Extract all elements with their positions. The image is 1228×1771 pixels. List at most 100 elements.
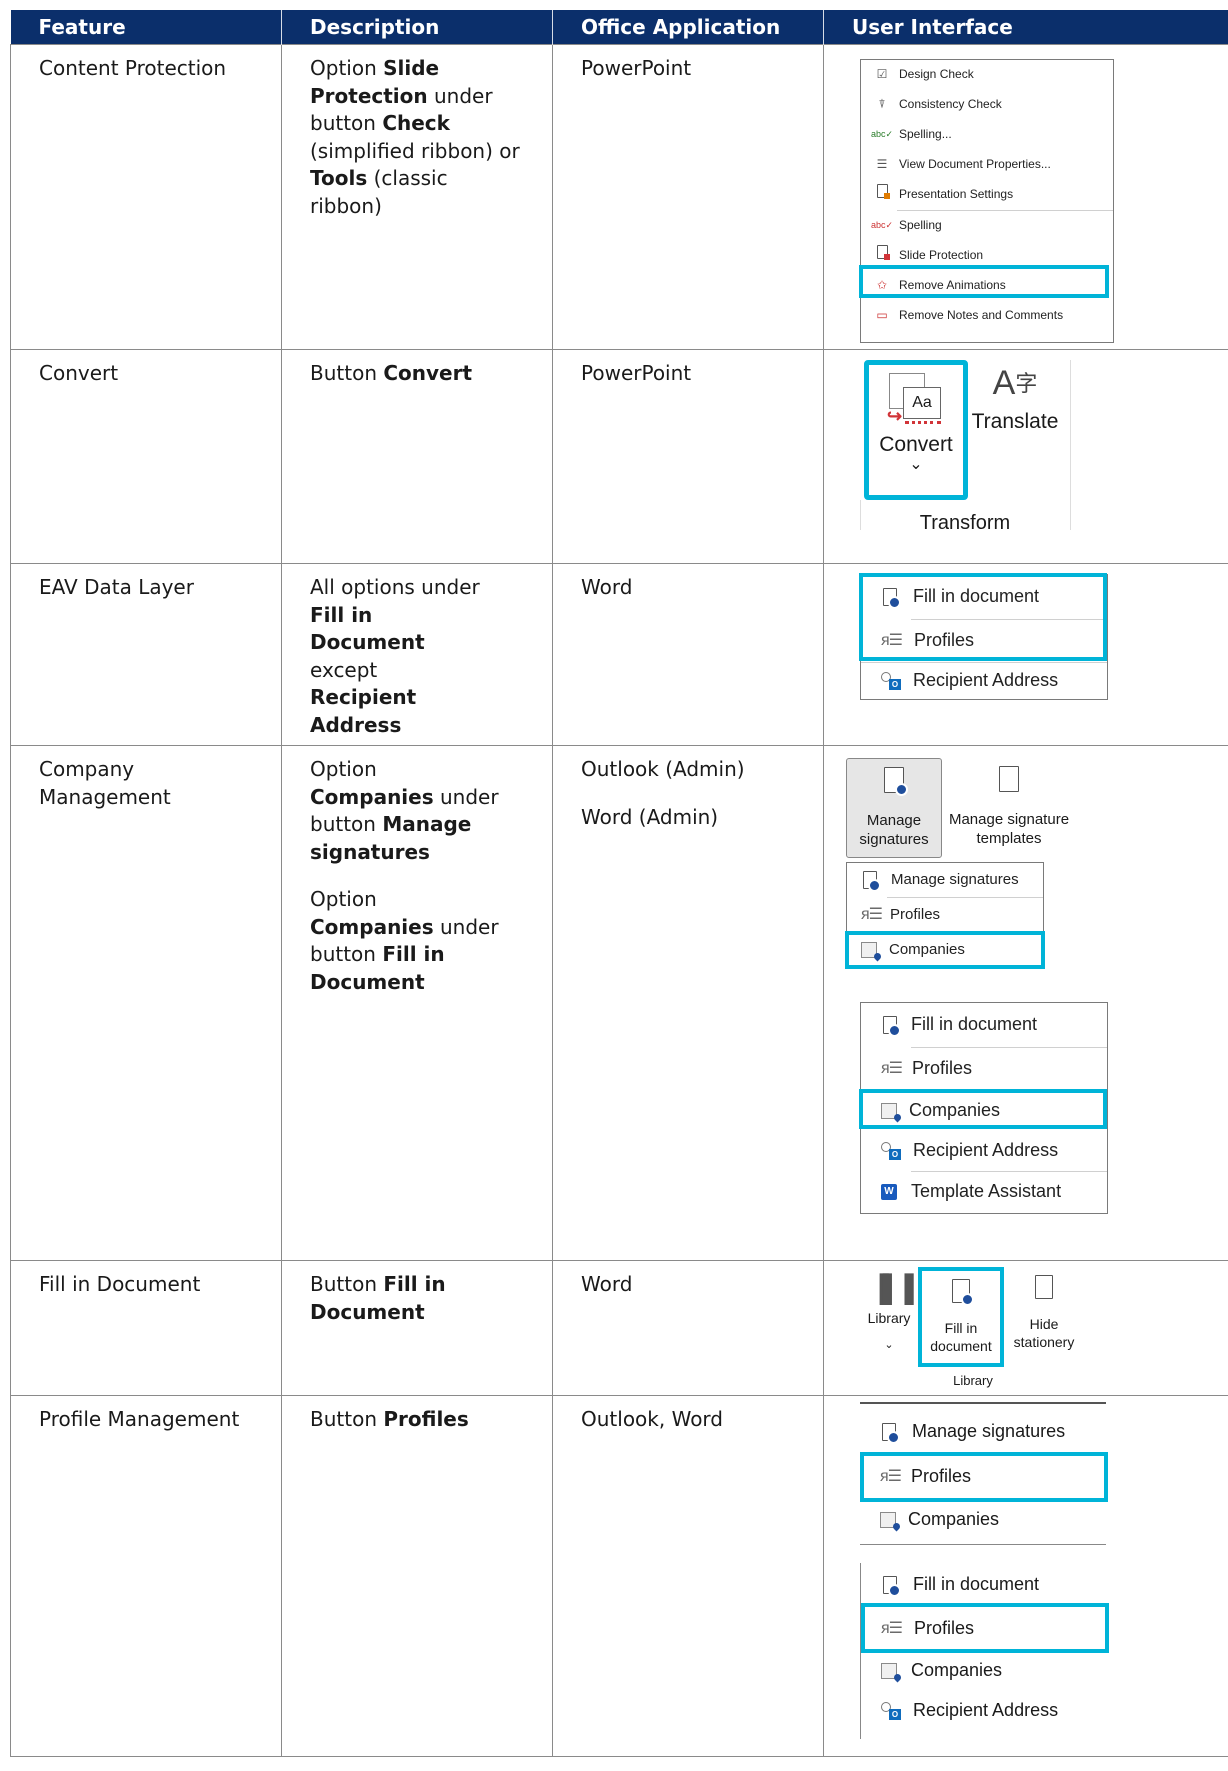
menu-item[interactable]: O Recipient Address xyxy=(861,1691,1107,1731)
recipient-address-icon: O xyxy=(881,1142,901,1160)
text: Option xyxy=(310,887,377,911)
recipient-address-icon: O xyxy=(881,672,901,690)
manage-signature-templates-label: Manage signature templates xyxy=(948,810,1070,847)
text: Button xyxy=(310,1272,384,1296)
menu-item[interactable]: ᴙ☰ Profiles xyxy=(847,898,1043,932)
menu-item[interactable]: ⍒ Consistency Check xyxy=(861,90,1113,120)
description-cell: Option Slide Protection under button Che… xyxy=(281,44,553,350)
bold-text: Fill in Document xyxy=(310,602,425,655)
manage-signatures-icon xyxy=(882,1423,900,1444)
menu-item-label: Profiles xyxy=(914,1618,975,1639)
text: Option xyxy=(310,757,377,781)
menu-item[interactable]: abc✓ Spelling... xyxy=(861,120,1113,150)
manage-signatures-label: Manage signatures xyxy=(859,811,929,848)
menu-item-label: Recipient Address xyxy=(913,1140,1059,1161)
menu-item[interactable]: ✩ Remove Animations xyxy=(861,271,1113,301)
library-ribbon-snapshot: ▐▌▐ Library ⌄ Fill in document Hide stat… xyxy=(864,1267,1094,1388)
translate-button[interactable]: A字 Translate xyxy=(970,360,1060,500)
text: (simplified ribbon) or xyxy=(310,138,520,163)
description-paragraph: Option Companies under button Manage sig… xyxy=(310,756,502,866)
table-row: Company Management Option Companies unde… xyxy=(10,745,1228,1261)
app-cell: Word xyxy=(552,1260,824,1396)
ui-cell: ☑ Design Check ⍒ Consistency Check abc✓ Spe… xyxy=(823,44,1228,350)
menu-item[interactable]: Companies xyxy=(861,1651,1107,1691)
menu-item[interactable]: Fill in document xyxy=(861,1003,1107,1047)
convert-button[interactable]: Aa ↪ Convert ⌄ xyxy=(864,360,968,500)
aa-glyph: Aa xyxy=(903,387,941,419)
manage-signatures-ribbon-snapshot: Manage signatures Manage signature templ… xyxy=(846,758,1106,858)
menu-item[interactable]: ☑ Design Check xyxy=(861,60,1113,90)
menu-item[interactable]: ☰ View Document Properties... xyxy=(861,150,1113,180)
menu-item[interactable]: O Recipient Address xyxy=(861,663,1107,699)
remove-animations-icon: ✩ xyxy=(876,278,888,293)
menu-item-slide-protection[interactable]: Slide Protection xyxy=(861,241,1113,271)
fill-in-document-icon xyxy=(883,1576,901,1597)
bold-text: Companies xyxy=(310,914,434,939)
header-office-application: Office Application xyxy=(552,10,824,45)
menu-item[interactable]: abc✓ Spelling xyxy=(861,211,1113,241)
manage-signature-templates-button[interactable]: Manage signature templates xyxy=(944,758,1074,856)
menu-item[interactable]: ᴙ☰ Profiles xyxy=(861,1048,1107,1090)
fill-in-menu-snapshot: Fill in document ᴙ☰ Profiles O Recipient A… xyxy=(859,573,1108,700)
menu-item[interactable]: Manage signatures xyxy=(860,1410,1106,1454)
translate-label: Translate xyxy=(971,409,1059,433)
ribbon-group-divider xyxy=(1070,360,1071,530)
menu-item-label: Fill in document xyxy=(913,586,1040,607)
menu-item[interactable]: Presentation Settings xyxy=(861,180,1113,210)
menu-item-label: Spelling... xyxy=(899,127,952,142)
table-row: Content Protection Option Slide Protecti… xyxy=(10,44,1228,350)
header-feature: Feature xyxy=(10,10,282,45)
table-row: Fill in Document Button Fill in Document… xyxy=(10,1260,1228,1396)
bold-text: Profiles xyxy=(383,1407,469,1431)
bold-text: Recipient Address xyxy=(310,685,417,737)
feature-cell: Convert xyxy=(10,349,282,564)
profiles-icon: ᴙ☰ xyxy=(881,1060,903,1078)
ui-cell: Manage signatures Manage signature templ… xyxy=(823,745,1228,1261)
companies-icon xyxy=(861,942,883,962)
menu-item[interactable]: Companies xyxy=(860,1500,1106,1540)
spelling-icon: abc✓ xyxy=(871,220,894,231)
menu-item-companies[interactable]: Companies xyxy=(861,1091,1107,1131)
menu-item[interactable]: Fill in document xyxy=(861,575,1107,619)
ui-cell: ▐▌▐ Library ⌄ Fill in document Hide stat… xyxy=(823,1260,1228,1396)
menu-item-label: Profiles xyxy=(911,1466,972,1487)
bold-text: Tools xyxy=(310,166,368,190)
transform-group-label: Transform xyxy=(919,512,1011,534)
manage-signatures-button[interactable]: Manage signatures xyxy=(846,758,942,858)
fill-in-document-button[interactable]: Fill in document xyxy=(918,1267,1004,1367)
menu-item-label: Design Check xyxy=(899,67,974,82)
manage-signatures-icon xyxy=(863,871,881,892)
menu-item-label: Slide Protection xyxy=(899,248,984,263)
menu-item-label: Presentation Settings xyxy=(899,187,1014,202)
menu-item[interactable]: O Recipient Address xyxy=(861,1131,1107,1171)
library-button[interactable]: ▐▌▐ Library ⌄ xyxy=(864,1274,914,1360)
menu-item[interactable]: W Template Assistant xyxy=(861,1172,1107,1212)
description-cell: Button Profiles xyxy=(281,1395,553,1757)
menu-item-companies[interactable]: Companies xyxy=(847,933,1043,967)
profiles-icon: ᴙ☰ xyxy=(881,1620,903,1638)
feature-cell: EAV Data Layer xyxy=(10,563,282,746)
description-cell: Button Fill in Document xyxy=(281,1260,553,1396)
recipient-address-icon: O xyxy=(881,1702,901,1720)
spelling-icon: abc✓ xyxy=(871,129,894,140)
hide-stationery-button[interactable]: Hide stationery xyxy=(1006,1275,1082,1351)
consistency-check-icon: ⍒ xyxy=(878,97,886,112)
chevron-down-icon: ⌄ xyxy=(909,455,923,473)
menu-item-profiles[interactable]: ᴙ☰ Profiles xyxy=(861,1607,1107,1651)
bold-text: Companies xyxy=(310,784,434,809)
profiles-icon: ᴙ☰ xyxy=(861,906,883,924)
feature-cell: Profile Management xyxy=(10,1395,282,1757)
menu-item[interactable]: Manage signatures xyxy=(847,863,1043,897)
menu-item-label: Spelling xyxy=(899,218,942,233)
design-check-icon: ☑ xyxy=(876,67,888,82)
menu-item[interactable]: ▭ Remove Notes and Comments xyxy=(861,301,1113,331)
menu-item[interactable]: Fill in document xyxy=(861,1563,1107,1607)
app-name: Outlook (Admin) xyxy=(581,757,745,781)
app-cell: PowerPoint xyxy=(552,44,824,350)
description-cell: Button Convert xyxy=(281,349,553,564)
menu-item-profiles[interactable]: ᴙ☰ Profiles xyxy=(860,1454,1106,1500)
menu-item-label: Template Assistant xyxy=(911,1181,1062,1202)
translate-icon: A字 xyxy=(992,364,1038,402)
profiles-icon: ᴙ☰ xyxy=(880,1468,902,1486)
menu-item[interactable]: ᴙ☰ Profiles xyxy=(861,620,1107,662)
